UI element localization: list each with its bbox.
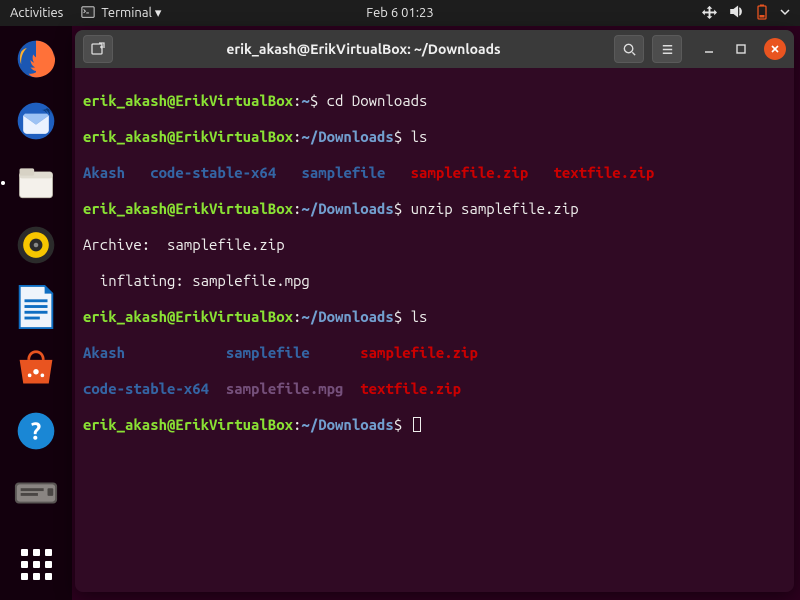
ls-entry: textfile.zip xyxy=(553,164,654,181)
launcher-help[interactable]: ? xyxy=(11,406,61,456)
dock: ? xyxy=(0,26,72,600)
minimize-button[interactable] xyxy=(700,40,718,58)
command-text: cd Downloads xyxy=(318,92,427,109)
ls-entry: samplefile.zip xyxy=(360,344,478,361)
prompt-path: ~ xyxy=(301,92,309,109)
terminal-output[interactable]: erik_akash@ErikVirtualBox:~$ cd Download… xyxy=(75,68,794,592)
window-title: erik_akash@ErikVirtualBox: ~/Downloads xyxy=(121,41,606,57)
activities-button[interactable]: Activities xyxy=(10,6,63,20)
titlebar: erik_akash@ErikVirtualBox: ~/Downloads xyxy=(75,30,794,68)
chevron-down-icon[interactable] xyxy=(780,6,790,20)
close-button[interactable] xyxy=(764,38,786,60)
app-menu-label: Terminal ▾ xyxy=(101,6,161,21)
ls-entry: code-stable-x64 xyxy=(83,380,209,397)
prompt-user: erik_akash@ErikVirtualBox xyxy=(83,92,293,109)
ls-entry: samplefile.mpg xyxy=(226,380,344,397)
terminal-window: erik_akash@ErikVirtualBox: ~/Downloads e… xyxy=(75,30,794,592)
ls-entry: textfile.zip xyxy=(360,380,461,397)
command-text: unzip samplefile.zip xyxy=(402,200,578,217)
command-text: ls xyxy=(402,308,427,325)
battery-icon[interactable] xyxy=(756,4,768,23)
maximize-button[interactable] xyxy=(732,40,750,58)
top-panel: Activities Terminal ▾ Feb 6 01:23 xyxy=(0,0,800,26)
svg-text:?: ? xyxy=(31,417,41,444)
ls-entry: Akash xyxy=(83,344,125,361)
ls-entry: samplefile xyxy=(226,344,310,361)
network-icon[interactable] xyxy=(702,4,717,22)
launcher-thunderbird[interactable] xyxy=(11,96,61,146)
launcher-files[interactable] xyxy=(11,158,61,208)
launcher-rhythmbox[interactable] xyxy=(11,220,61,270)
ls-entry: samplefile.zip xyxy=(411,164,529,181)
app-menu[interactable]: Terminal ▾ xyxy=(81,5,161,22)
launcher-disk-utility[interactable] xyxy=(11,468,61,518)
cursor xyxy=(413,417,421,432)
launcher-firefox[interactable] xyxy=(11,34,61,84)
terminal-icon xyxy=(81,5,95,22)
launcher-libreoffice-writer[interactable] xyxy=(11,282,61,332)
ls-entry: samplefile xyxy=(301,164,385,181)
volume-icon[interactable] xyxy=(729,4,744,22)
clock[interactable]: Feb 6 01:23 xyxy=(366,6,433,20)
ls-entry: Akash xyxy=(83,164,125,181)
output-line: inflating: samplefile.mpg xyxy=(83,272,310,289)
search-button[interactable] xyxy=(614,35,644,63)
output-line: Archive: samplefile.zip xyxy=(83,236,285,253)
menu-button[interactable] xyxy=(652,35,682,63)
system-tray[interactable] xyxy=(702,4,790,23)
command-text: ls xyxy=(402,128,427,145)
ls-entry: code-stable-x64 xyxy=(150,164,276,181)
new-tab-button[interactable] xyxy=(83,35,113,63)
show-applications-button[interactable] xyxy=(16,544,56,584)
launcher-ubuntu-software[interactable] xyxy=(11,344,61,394)
